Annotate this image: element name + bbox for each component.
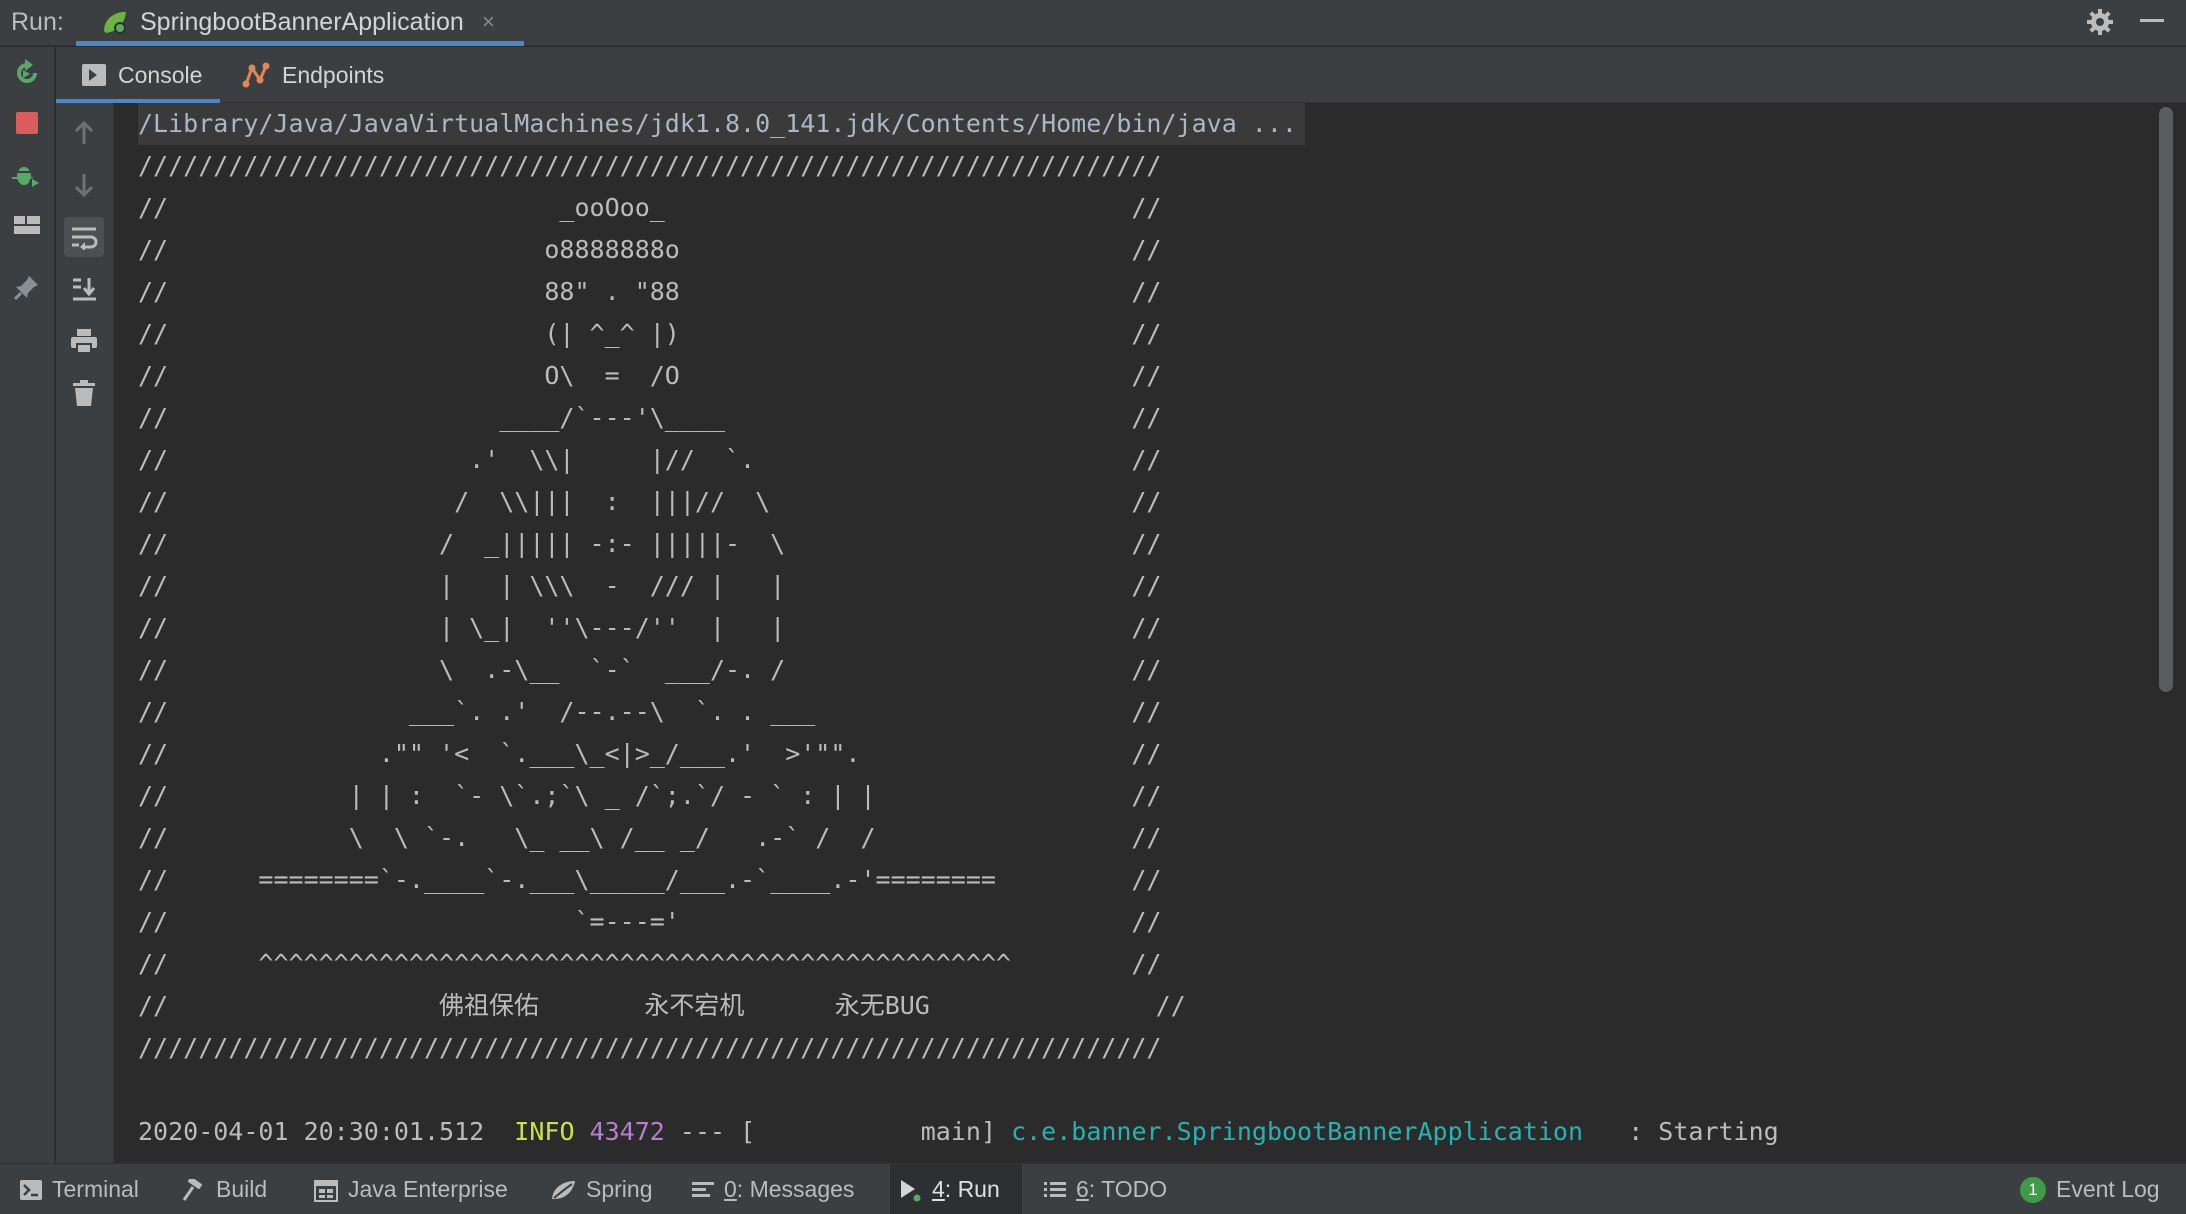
- console-scrollbar[interactable]: [2159, 107, 2173, 692]
- spring-boot-run-icon: [100, 9, 130, 37]
- clear-icon[interactable]: [64, 373, 104, 413]
- hammer-icon: [182, 1178, 206, 1201]
- tab-build-label: Build: [216, 1176, 268, 1202]
- java-command-line: /Library/Java/JavaVirtualMachines/jdk1.8…: [138, 103, 1305, 145]
- banner-line: // | \_| ''\---/'' | | //: [138, 613, 1162, 642]
- tab-terminal[interactable]: Terminal: [12, 1164, 147, 1214]
- scroll-up-icon[interactable]: [64, 113, 104, 153]
- minimize-icon[interactable]: [2140, 19, 2164, 22]
- soft-wrap-icon[interactable]: [64, 217, 104, 257]
- banner-line: // ========`-.____`-.___\_____/___.-`___…: [138, 865, 1162, 894]
- tab-endpoints[interactable]: Endpoints: [242, 47, 384, 103]
- terminal-icon: [20, 1179, 42, 1200]
- banner-line: // ___`. .' /--.--\ `. . ___ //: [138, 697, 1162, 726]
- print-icon[interactable]: [64, 321, 104, 361]
- log-message: : Starting: [1628, 1117, 1779, 1146]
- banner-line: // ____/`---'\____ //: [138, 403, 1162, 432]
- tab-todo-label: : TODO: [1088, 1176, 1168, 1202]
- tab-console[interactable]: Console: [56, 47, 220, 103]
- tab-spring[interactable]: Spring: [542, 1164, 660, 1214]
- tool-window-bar: Terminal Build Java Enterprise Spring 0:…: [0, 1163, 2186, 1214]
- log-timestamp: 2020-04-01 20:30:01.512: [138, 1117, 485, 1146]
- messages-icon: [692, 1181, 714, 1199]
- tab-build[interactable]: Build: [174, 1164, 275, 1214]
- run-tab-title: SpringbootBannerApplication: [140, 8, 464, 36]
- tab-messages[interactable]: 0: Messages: [684, 1164, 862, 1214]
- debug-restart-icon[interactable]: [7, 155, 47, 195]
- console-output[interactable]: /Library/Java/JavaVirtualMachines/jdk1.8…: [115, 103, 2157, 1163]
- banner-line: // .' \\| |// `. //: [138, 445, 1162, 474]
- spring-icon: [550, 1179, 576, 1201]
- pin-icon[interactable]: [7, 267, 47, 307]
- log-thread: main]: [920, 1117, 997, 1146]
- banner-line: // 佛祖保佑 永不宕机 永无BUG //: [138, 991, 1186, 1020]
- scroll-down-icon[interactable]: [64, 165, 104, 205]
- run-icon: [898, 1178, 922, 1202]
- tab-endpoints-label: Endpoints: [282, 61, 385, 88]
- console-actions-toolbar: [56, 103, 114, 1163]
- event-count-badge: 1: [2020, 1176, 2046, 1203]
- todo-icon: [1044, 1180, 1066, 1200]
- tab-console-label: Console: [118, 61, 203, 88]
- banner-line: ////////////////////////////////////////…: [138, 151, 1162, 180]
- log-line: 2020-04-01 20:30:01.512 INFO 43472 --- […: [138, 1111, 1779, 1153]
- run-subtabs: Console Endpoints: [56, 47, 2186, 103]
- scroll-to-end-icon[interactable]: [64, 269, 104, 309]
- layout-icon[interactable]: [7, 205, 47, 245]
- tab-event-log-label: Event Log: [2056, 1176, 2160, 1202]
- tab-messages-label: : Messages: [736, 1176, 855, 1202]
- banner-line: // o8888888o //: [138, 235, 1162, 264]
- log-logger[interactable]: c.e.banner.SpringbootBannerApplication: [1011, 1117, 1583, 1146]
- banner-line: // _ooOoo_ //: [138, 193, 1162, 222]
- banner-line: // `=---=' //: [138, 907, 1162, 936]
- banner-line: // | | : `- \`.;`\ _ /`;.`/ - ` : | | //: [138, 781, 1162, 810]
- run-label: Run:: [11, 8, 64, 36]
- tab-event-log[interactable]: 1 Event Log: [2012, 1164, 2168, 1214]
- run-toolwindow-header: Run: SpringbootBannerApplication ×: [0, 0, 2186, 46]
- log-pid: 43472: [589, 1117, 665, 1146]
- log-separator: --- [: [679, 1117, 756, 1146]
- tab-run-label: : Run: [944, 1176, 1000, 1202]
- tab-run[interactable]: 4: Run: [890, 1164, 1022, 1214]
- banner-line: // \ .-\__ `-` ___/-. / //: [138, 655, 1162, 684]
- banner-line: // ."" '< `.___\_<|>_/___.' >'"". //: [138, 739, 1162, 768]
- banner-line: // / _||||| -:- |||||- \ //: [138, 529, 1162, 558]
- rerun-icon[interactable]: [7, 53, 47, 93]
- stop-icon[interactable]: [7, 103, 47, 143]
- tab-todo[interactable]: 6: TODO: [1036, 1164, 1175, 1214]
- java-enterprise-icon: [314, 1178, 338, 1202]
- endpoints-icon: [242, 62, 270, 88]
- banner-line: // ^^^^^^^^^^^^^^^^^^^^^^^^^^^^^^^^^^^^^…: [138, 949, 1162, 978]
- tab-java-enterprise-label: Java Enterprise: [348, 1176, 508, 1202]
- run-actions-toolbar: [0, 47, 55, 1163]
- banner-line: ////////////////////////////////////////…: [138, 1033, 1162, 1062]
- log-level: INFO: [514, 1117, 575, 1146]
- tab-spring-label: Spring: [586, 1176, 653, 1202]
- tab-run-mnemonic: 4: [932, 1176, 945, 1202]
- banner-line: // / \\||| : |||// \ //: [138, 487, 1162, 516]
- gear-icon[interactable]: [2085, 7, 2115, 37]
- run-tab-springboot-banner-application[interactable]: SpringbootBannerApplication ×: [76, 0, 524, 46]
- banner-line: // 88" . "88 //: [138, 277, 1162, 306]
- banner-line: // | | \\\ - /// | | //: [138, 571, 1162, 600]
- tab-terminal-label: Terminal: [52, 1176, 139, 1202]
- tab-todo-mnemonic: 6: [1076, 1176, 1089, 1202]
- banner-line: // (| ^_^ |) //: [138, 319, 1162, 348]
- console-icon: [82, 64, 106, 86]
- active-tab-indicator: [76, 41, 524, 46]
- tab-messages-mnemonic: 0: [724, 1176, 737, 1202]
- close-icon[interactable]: ×: [482, 9, 495, 35]
- tab-java-enterprise[interactable]: Java Enterprise: [306, 1164, 516, 1214]
- banner-line: // \ \ `-. \_ __\ /__ _/ .-` / / //: [138, 823, 1162, 852]
- banner-line: // O\ = /O //: [138, 361, 1162, 390]
